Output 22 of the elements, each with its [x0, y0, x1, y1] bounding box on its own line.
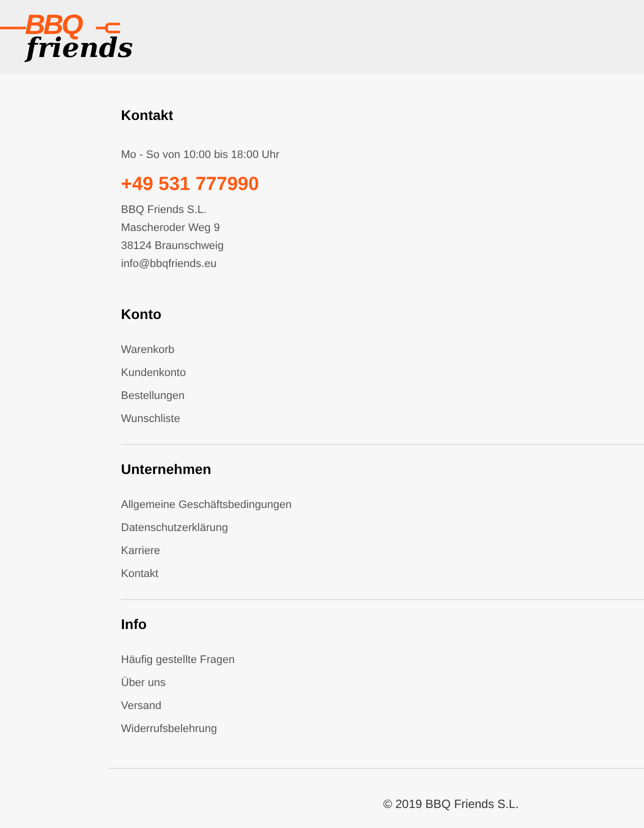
- address-line: Mascheroder Weg 9: [121, 221, 221, 236]
- section-heading: Konto: [121, 305, 162, 323]
- address-line: 38124 Braunschweig: [121, 239, 225, 254]
- footer-link[interactable]: Allgemeine Geschäftsbedingungen: [121, 494, 292, 517]
- section-heading: Kontakt: [121, 106, 174, 124]
- footer-link[interactable]: Versand: [121, 695, 162, 718]
- footer-link[interactable]: Bestellungen: [121, 385, 185, 408]
- footer-link[interactable]: Widerrufsbelehrung: [121, 718, 217, 741]
- address-line: info@bbqfriends.eu: [121, 257, 218, 272]
- footer-link[interactable]: Häufig gestellte Fragen: [121, 649, 235, 672]
- section-heading: Unternehmen: [121, 460, 212, 478]
- footer-link[interactable]: Kundenkonto: [121, 362, 186, 385]
- copyright-text: © 2019 BBQ Friends S.L.: [383, 796, 519, 813]
- footer-link[interactable]: Wunschliste: [121, 408, 180, 431]
- footer-link[interactable]: Karriere: [121, 540, 160, 563]
- opening-hours: Mo - So von 10:00 bis 18:00 Uhr: [121, 148, 280, 162]
- address-line: BBQ Friends S.L.: [121, 203, 208, 218]
- footer-link[interactable]: Warenkorb: [121, 339, 174, 362]
- footer-link[interactable]: Datenschutzerklärung: [121, 517, 228, 540]
- footer-link[interactable]: Über uns: [121, 672, 166, 695]
- footer-link[interactable]: Kontakt: [121, 563, 158, 586]
- section-heading: Info: [121, 615, 148, 633]
